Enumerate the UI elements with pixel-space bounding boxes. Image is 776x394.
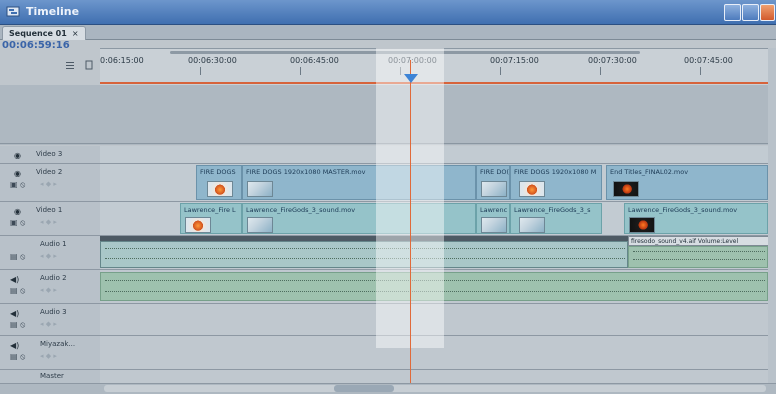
speaker-icon[interactable]: ◀): [10, 309, 19, 318]
clip-name: End Titles_FINAL02.mov: [610, 168, 689, 176]
keyframe-nav-icon[interactable]: ◂ ◆ ▸: [40, 218, 57, 226]
current-timecode[interactable]: 00:06:59:16: [2, 40, 70, 51]
tab-row: Sequence 01 ×: [0, 25, 776, 40]
video-clip[interactable]: FIRE DOGS 1920x1080 M: [510, 165, 602, 200]
video-clip[interactable]: Lawrenc: [476, 203, 510, 234]
keyframe-nav-icon[interactable]: ◂ ◆ ▸: [40, 286, 57, 294]
audio-waveform: [633, 251, 765, 256]
maximize-button[interactable]: [742, 4, 759, 21]
speaker-icon[interactable]: ◀): [10, 275, 19, 284]
track-name: Audio 2: [40, 274, 67, 282]
track-name: Video 3: [36, 150, 63, 158]
clip-name: FIRE DOGS 1920x1080 M: [514, 168, 597, 176]
clip-thumbnail: [247, 181, 273, 197]
audio-track-tools-icon[interactable]: ▤ ⦸: [10, 286, 25, 296]
window-title: Timeline: [26, 5, 80, 18]
eye-icon[interactable]: ◉: [14, 151, 21, 160]
track-header-audio2[interactable]: ◀) Audio 2 ▤ ⦸ ◂ ◆ ▸: [0, 270, 100, 304]
audio-track-tools-icon[interactable]: ▤ ⦸: [10, 252, 25, 262]
audio-clip[interactable]: [628, 246, 768, 268]
ruler-tick-label: 00:07:30:00: [588, 56, 637, 65]
clip-thumbnail: [481, 217, 507, 233]
playhead-marker-icon[interactable]: [404, 74, 418, 83]
track-header-audio3[interactable]: ◀) Audio 3 ▤ ⦸ ◂ ◆ ▸: [0, 304, 100, 336]
lock-icon[interactable]: ▣ ⦸: [10, 218, 25, 228]
clip-name: Lawrenc: [480, 206, 508, 214]
keyframe-nav-icon[interactable]: ◂ ◆ ▸: [40, 180, 57, 188]
clip-thumbnail: [629, 217, 655, 233]
clip-thumbnail: [613, 181, 639, 197]
master-lane[interactable]: [100, 370, 776, 384]
track-header-video1[interactable]: ◉ Video 1 ▣ ⦸ ◂ ◆ ▸: [0, 202, 100, 236]
track-header-audio4[interactable]: ◀) Miyazak... ▤ ⦸ ◂ ◆ ▸: [0, 336, 100, 370]
eye-icon[interactable]: ◉: [14, 169, 21, 178]
audio-clip[interactable]: [100, 241, 628, 268]
clip-name: Lawrence_FireGods_3_s: [514, 206, 591, 214]
track-header-video2[interactable]: ◉ Video 2 ▣ ⦸ ◂ ◆ ▸: [0, 164, 100, 202]
ruler-tick: [600, 67, 601, 75]
video-clip[interactable]: End Titles_FINAL02.mov: [606, 165, 768, 200]
horizontal-scrollbar[interactable]: [104, 385, 766, 392]
clip-thumbnail: [247, 217, 273, 233]
timeline-panel-icon: [6, 6, 20, 17]
track-name: Miyazak...: [40, 340, 76, 348]
clip-thumbnail: [185, 217, 211, 233]
ruler-tick-label: 00:07:45:00: [684, 56, 733, 65]
horizontal-scroll-thumb[interactable]: [334, 385, 394, 392]
clip-name: FIRE DOGS 1920x1080 MASTER.mov: [246, 168, 366, 176]
vertical-scrollbar[interactable]: [768, 48, 776, 383]
clip-thumbnail: [481, 181, 507, 197]
track-name: Video 2: [36, 168, 63, 176]
eye-icon[interactable]: ◉: [14, 207, 21, 216]
clip-name: Lawrence_FireGods_3_sound.mov: [628, 206, 738, 214]
ruler-tick-label: 00:07:15:00: [490, 56, 539, 65]
ruler-tick-label: 00:06:45:00: [290, 56, 339, 65]
ruler-tick: [300, 67, 301, 75]
track-name: Audio 3: [40, 308, 67, 316]
track-header-audio1[interactable]: Audio 1 ▤ ⦸ ◂ ◆ ▸: [0, 236, 100, 270]
clip-name: Lawrence_FireGods_3_sound.mov: [246, 206, 356, 214]
ruler-tick: [200, 67, 201, 75]
clip-thumbnail: [519, 181, 545, 197]
playhead-line[interactable]: [410, 60, 411, 393]
audio-track-tools-icon[interactable]: ▤ ⦸: [10, 320, 25, 330]
audio-track-tools-icon[interactable]: ▤ ⦸: [10, 352, 25, 362]
audio1-clip-label[interactable]: firesodo_sound_v4.aif Volume:Level: [628, 236, 776, 246]
ruler-tick-label: 0:06:15:00: [100, 56, 144, 65]
audio-waveform: [105, 258, 625, 263]
keyframe-nav-icon[interactable]: ◂ ◆ ▸: [40, 352, 57, 360]
snap-tools-icon[interactable]: [60, 60, 100, 70]
track-header-video3[interactable]: ◉ Video 3: [0, 146, 100, 164]
audio-waveform: [105, 248, 625, 253]
track-name: Audio 1: [40, 240, 67, 248]
clip-thumbnail: [519, 217, 545, 233]
keyframe-nav-icon[interactable]: ◂ ◆ ▸: [40, 320, 57, 328]
speaker-icon[interactable]: ◀): [10, 341, 19, 350]
video-clip[interactable]: Lawrence_FireGods_3_s: [510, 203, 602, 234]
clip-name: FIRE DO(: [480, 168, 510, 176]
title-bar: Timeline: [0, 0, 776, 25]
keyframe-nav-icon[interactable]: ◂ ◆ ▸: [40, 252, 57, 260]
video-clip[interactable]: FIRE DOGS: [196, 165, 242, 200]
track-header-master[interactable]: Master: [0, 370, 100, 384]
track-name: Video 1: [36, 206, 63, 214]
clip-name: FIRE DOGS: [200, 168, 236, 176]
tab-close-icon[interactable]: ×: [72, 29, 79, 38]
clip-name: Lawrence_Fire L: [184, 206, 236, 214]
minimize-button[interactable]: [724, 4, 741, 21]
video-clip[interactable]: FIRE DO(: [476, 165, 510, 200]
track-name: Master: [40, 372, 64, 380]
ruler-tick-label: 00:06:30:00: [188, 56, 237, 65]
ruler-tick: [500, 67, 501, 75]
tab-sequence-01[interactable]: Sequence 01 ×: [2, 26, 86, 40]
audio-waveform: [633, 259, 765, 264]
ruler-tick: [700, 67, 701, 75]
tab-label: Sequence 01: [9, 29, 67, 38]
clip-thumbnail: [207, 181, 233, 197]
close-button[interactable]: [760, 4, 775, 21]
video-clip[interactable]: Lawrence_Fire L: [180, 203, 242, 234]
video-clip[interactable]: Lawrence_FireGods_3_sound.mov: [624, 203, 768, 234]
lock-icon[interactable]: ▣ ⦸: [10, 180, 25, 190]
